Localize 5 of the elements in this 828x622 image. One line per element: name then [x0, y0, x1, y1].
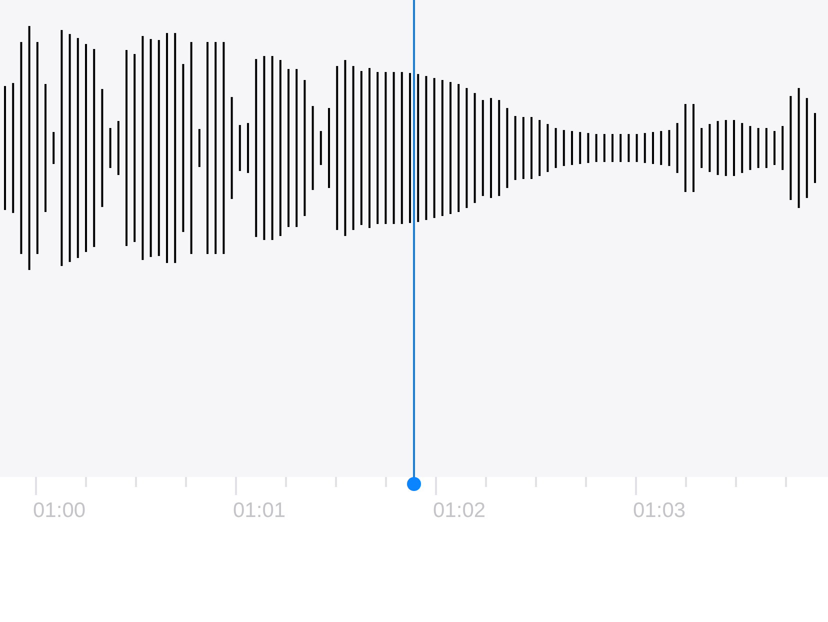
time-label: 01:03 [633, 499, 686, 523]
playhead[interactable] [407, 0, 421, 491]
time-label: 01:01 [233, 499, 286, 523]
time-label: 01:02 [433, 499, 486, 523]
time-label: 01:00 [33, 499, 86, 523]
